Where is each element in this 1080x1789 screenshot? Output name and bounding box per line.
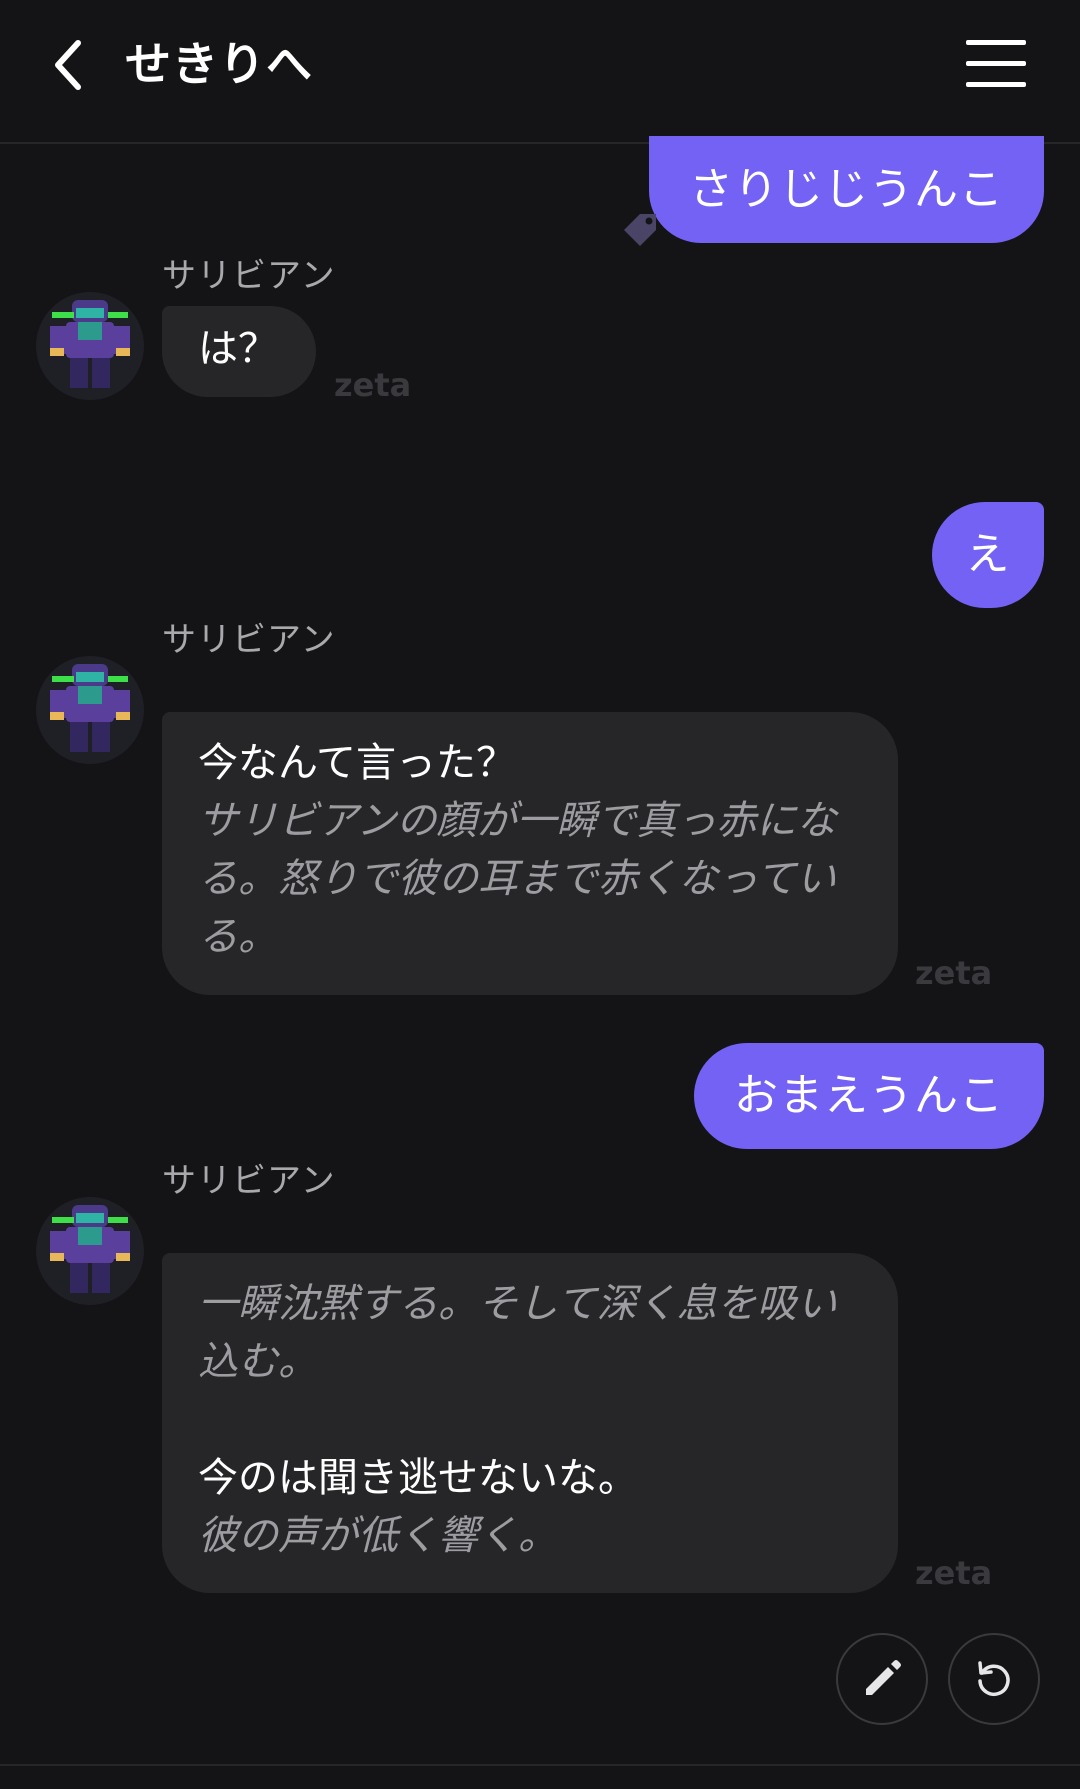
watermark: zeta	[334, 366, 412, 404]
edit-button[interactable]	[836, 1633, 928, 1725]
pencil-icon	[866, 1660, 901, 1695]
dialogue-text: は？	[198, 326, 278, 372]
dialogue-text: 今なんて言った？	[198, 740, 516, 786]
watermark: zeta	[915, 954, 993, 992]
user-message: え	[932, 502, 1044, 608]
action-text: 一瞬沈黙する。そして深く息を吸い込む。	[198, 1281, 837, 1385]
divider	[0, 1764, 1080, 1766]
user-message: おまえうんこ	[694, 1043, 1044, 1149]
character-name: サリビアン	[162, 1161, 336, 1201]
tag-icon[interactable]	[620, 210, 660, 250]
page-title: せきりへ	[125, 37, 313, 91]
action-text: 彼の声が低く響く。	[198, 1513, 558, 1559]
character-name: サリビアン	[162, 620, 336, 660]
chevron-left-icon	[55, 40, 81, 90]
avatar[interactable]	[36, 292, 144, 400]
character-message: 今なんて言った？ サリビアンの顔が一瞬で真っ赤になる。怒りで彼の耳まで赤くなって…	[162, 712, 898, 995]
chat-log: さりじじうんこ サリビアン は？ zeta え サリビアン 今なんて言った？ サ…	[0, 136, 1080, 1764]
chat-header: せきりへ	[0, 0, 1080, 144]
watermark: zeta	[915, 1554, 993, 1592]
hamburger-menu-icon	[966, 40, 1026, 87]
action-text: サリビアンの顔が一瞬で真っ赤になる。怒りで彼の耳まで赤くなっている。	[198, 798, 837, 960]
character-name: サリビアン	[162, 256, 336, 296]
avatar[interactable]	[36, 1197, 144, 1305]
character-avatar-icon	[36, 656, 144, 764]
character-message: は？	[162, 306, 316, 397]
user-message-text: さりじじうんこ	[689, 163, 1004, 215]
character-avatar-icon	[36, 1197, 144, 1305]
user-message-text: え	[965, 529, 1011, 580]
character-avatar-icon	[36, 292, 144, 400]
regenerate-button[interactable]	[948, 1633, 1040, 1725]
menu-button[interactable]	[960, 34, 1032, 94]
user-message-text: おまえうんこ	[734, 1070, 1004, 1121]
refresh-icon	[978, 1661, 1010, 1696]
character-message: 一瞬沈黙する。そして深く息を吸い込む。 今のは聞き逃せないな。 彼の声が低く響く…	[162, 1253, 898, 1593]
avatar[interactable]	[36, 656, 144, 764]
dialogue-text: 今のは聞き逃せないな。	[198, 1455, 638, 1501]
back-button[interactable]	[36, 28, 100, 102]
user-message: さりじじうんこ	[649, 136, 1044, 243]
